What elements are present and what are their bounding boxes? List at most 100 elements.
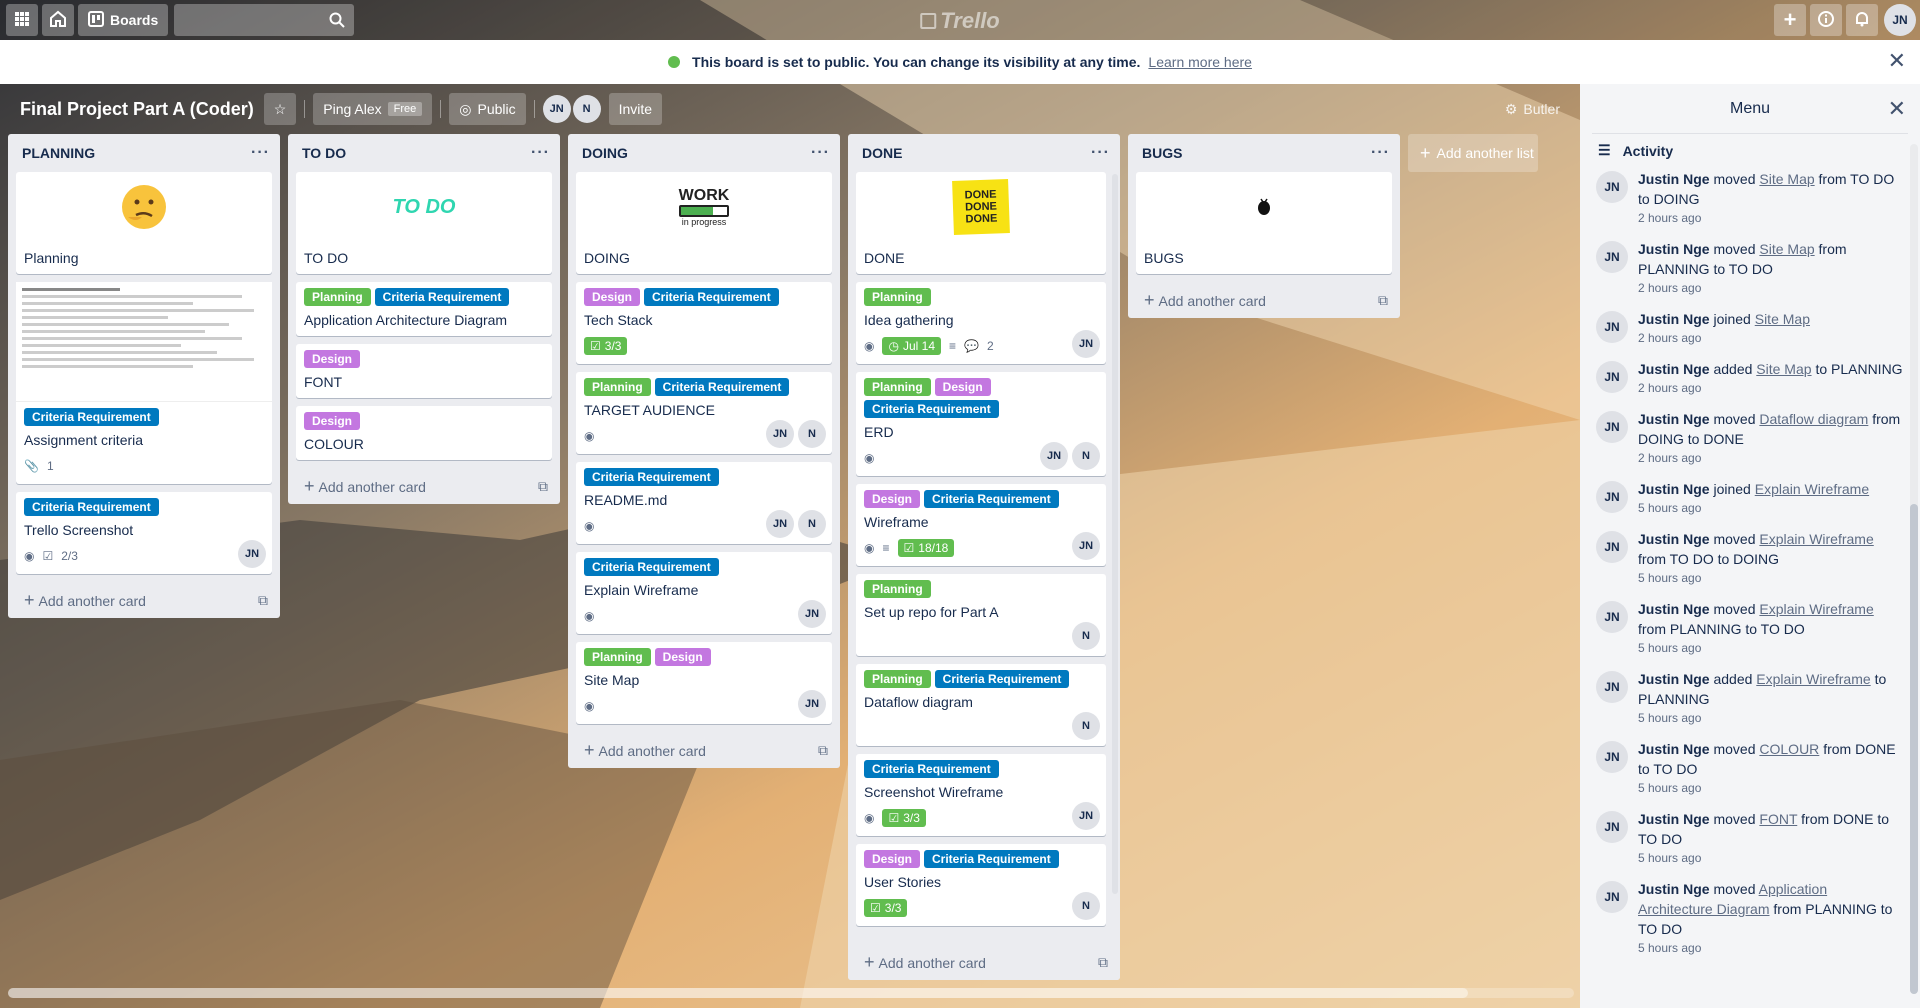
activity-avatar[interactable]: JN xyxy=(1596,811,1628,843)
add-card-button[interactable]: + Add another card ⧉ xyxy=(568,732,840,768)
activity-avatar[interactable]: JN xyxy=(1596,881,1628,913)
activity-card-link[interactable]: COLOUR xyxy=(1759,741,1819,757)
card-doing[interactable]: WORK in progress DOING xyxy=(576,172,832,274)
scrollbar-thumb[interactable] xyxy=(1910,504,1918,994)
activity-card-link[interactable]: Explain Wireframe xyxy=(1756,671,1870,687)
card-erd[interactable]: Planning Design Criteria Requirement ERD… xyxy=(856,372,1106,476)
card-application-architecture-diagram[interactable]: Planning Criteria Requirement Applicatio… xyxy=(296,282,552,336)
search-input[interactable] xyxy=(174,4,355,36)
card-member-avatar[interactable]: N xyxy=(1072,892,1100,920)
activity-user[interactable]: Justin Nge xyxy=(1638,671,1710,687)
learn-more-link[interactable]: Learn more here xyxy=(1148,54,1252,70)
card-member-avatar[interactable]: JN xyxy=(1040,442,1068,470)
list-header[interactable]: DOING ··· xyxy=(568,134,840,172)
more-icon[interactable]: ··· xyxy=(531,144,550,162)
card-member-avatar[interactable]: JN xyxy=(1072,532,1100,560)
boards-button[interactable]: Boards xyxy=(78,4,169,36)
invite-button[interactable]: Invite xyxy=(608,93,663,125)
info-button[interactable] xyxy=(1810,4,1842,36)
board-member-avatar[interactable]: N xyxy=(572,95,601,123)
activity-avatar[interactable]: JN xyxy=(1596,241,1628,273)
card-trello-screenshot[interactable]: Criteria Requirement Trello Screenshot ◉… xyxy=(16,492,272,574)
menu-scrollbar[interactable] xyxy=(1910,144,1918,994)
card-colour[interactable]: Design COLOUR xyxy=(296,406,552,460)
activity-card-link[interactable]: Site Map xyxy=(1759,241,1814,257)
list-header[interactable]: BUGS ··· xyxy=(1128,134,1400,172)
activity-time[interactable]: 5 hours ago xyxy=(1638,569,1904,587)
card-planning[interactable]: Planning xyxy=(16,172,272,274)
activity-user[interactable]: Justin Nge xyxy=(1638,241,1710,257)
activity-user[interactable]: Justin Nge xyxy=(1638,361,1710,377)
list-header[interactable]: DONE ··· xyxy=(848,134,1120,172)
activity-avatar[interactable]: JN xyxy=(1596,671,1628,703)
card-member-avatar[interactable]: JN xyxy=(1072,330,1100,358)
card-wireframe[interactable]: Design Criteria Requirement Wireframe ◉ … xyxy=(856,484,1106,566)
scrollbar-thumb[interactable] xyxy=(8,988,1468,998)
activity-avatar[interactable]: JN xyxy=(1596,741,1628,773)
activity-time[interactable]: 2 hours ago xyxy=(1638,209,1904,227)
list-header[interactable]: PLANNING ··· xyxy=(8,134,280,172)
card-to-do[interactable]: TO DO TO DO xyxy=(296,172,552,274)
activity-user[interactable]: Justin Nge xyxy=(1638,601,1710,617)
activity-card-link[interactable]: Dataflow diagram xyxy=(1759,411,1868,427)
activity-user[interactable]: Justin Nge xyxy=(1638,311,1710,327)
activity-avatar[interactable]: JN xyxy=(1596,601,1628,633)
activity-time[interactable]: 5 hours ago xyxy=(1638,849,1904,867)
card-member-avatar[interactable]: JN xyxy=(238,540,266,568)
create-button[interactable]: + xyxy=(1774,4,1806,36)
activity-avatar[interactable]: JN xyxy=(1596,531,1628,563)
list-scrollbar[interactable] xyxy=(1112,174,1118,894)
activity-avatar[interactable]: JN xyxy=(1596,311,1628,343)
activity-user[interactable]: Justin Nge xyxy=(1638,171,1710,187)
template-icon[interactable]: ⧉ xyxy=(818,742,828,759)
activity-card-link[interactable]: Site Map xyxy=(1755,311,1810,327)
add-card-button[interactable]: + Add another card ⧉ xyxy=(848,944,1120,980)
activity-avatar[interactable]: JN xyxy=(1596,361,1628,393)
card-explain-wireframe[interactable]: Criteria Requirement Explain Wireframe ◉… xyxy=(576,552,832,634)
card-user-stories[interactable]: Design Criteria Requirement User Stories… xyxy=(856,844,1106,926)
template-icon[interactable]: ⧉ xyxy=(1098,954,1108,971)
activity-time[interactable]: 5 hours ago xyxy=(1638,939,1904,957)
more-icon[interactable]: ··· xyxy=(811,144,830,162)
card-member-avatar[interactable]: JN xyxy=(798,600,826,628)
activity-time[interactable]: 2 hours ago xyxy=(1638,379,1903,397)
template-icon[interactable]: ⧉ xyxy=(258,592,268,609)
activity-user[interactable]: Justin Nge xyxy=(1638,411,1710,427)
board-member-avatar[interactable]: JN xyxy=(542,95,571,123)
card-member-avatar[interactable]: N xyxy=(1072,442,1100,470)
card-font[interactable]: Design FONT xyxy=(296,344,552,398)
home-button[interactable] xyxy=(42,4,74,36)
template-icon[interactable]: ⧉ xyxy=(1378,292,1388,309)
activity-card-link[interactable]: Site Map xyxy=(1759,171,1814,187)
activity-card-link[interactable]: Explain Wireframe xyxy=(1759,601,1873,617)
card-member-avatar[interactable]: N xyxy=(1072,712,1100,740)
activity-avatar[interactable]: JN xyxy=(1596,481,1628,513)
activity-avatar[interactable]: JN xyxy=(1596,171,1628,203)
activity-time[interactable]: 2 hours ago xyxy=(1638,279,1904,297)
more-icon[interactable]: ··· xyxy=(1091,144,1110,162)
activity-card-link[interactable]: Site Map xyxy=(1756,361,1811,377)
list-title[interactable]: PLANNING xyxy=(22,145,95,161)
activity-time[interactable]: 2 hours ago xyxy=(1638,449,1904,467)
activity-user[interactable]: Justin Nge xyxy=(1638,811,1710,827)
activity-card-link[interactable]: Explain Wireframe xyxy=(1759,531,1873,547)
card-member-avatar[interactable]: JN xyxy=(766,420,794,448)
due-date-badge[interactable]: ◷ Jul 14 xyxy=(882,337,941,355)
list-title[interactable]: BUGS xyxy=(1142,145,1182,161)
more-icon[interactable]: ··· xyxy=(251,144,270,162)
activity-time[interactable]: 2 hours ago xyxy=(1638,329,1810,347)
card-bugs[interactable]: BUGS xyxy=(1136,172,1392,274)
more-icon[interactable]: ··· xyxy=(1371,144,1390,162)
card-member-avatar[interactable]: N xyxy=(1072,622,1100,650)
card-tech-stack[interactable]: Design Criteria Requirement Tech Stack ☑… xyxy=(576,282,832,364)
list-header[interactable]: TO DO ··· xyxy=(288,134,560,172)
activity-user[interactable]: Justin Nge xyxy=(1638,881,1710,897)
star-button[interactable]: ☆ xyxy=(263,93,297,125)
butler-button[interactable]: ⚙ Butler xyxy=(1505,101,1560,118)
add-card-button[interactable]: + Add another card ⧉ xyxy=(1128,282,1400,318)
user-avatar[interactable]: JN xyxy=(1884,4,1916,36)
add-list-button[interactable]: + Add another list xyxy=(1408,134,1538,172)
card-readme[interactable]: Criteria Requirement README.md ◉ JN N xyxy=(576,462,832,544)
close-icon[interactable]: ✕ xyxy=(1888,50,1906,72)
apps-menu-button[interactable] xyxy=(6,4,38,36)
